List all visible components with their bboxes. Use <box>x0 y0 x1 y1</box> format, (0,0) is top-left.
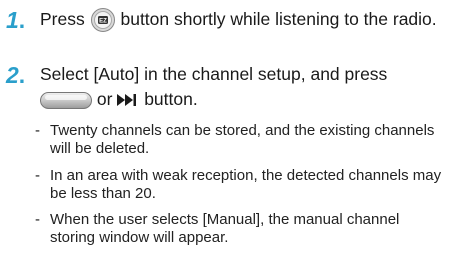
note-item: - When the user selects [Manual], the ma… <box>0 211 451 247</box>
note-item: - Twenty channels can be stored, and the… <box>0 122 451 158</box>
step-number: 2. <box>6 62 26 88</box>
note-dash: - <box>35 211 40 228</box>
svg-text:EZ: EZ <box>99 19 107 25</box>
wide-bar-button-icon <box>40 88 92 113</box>
ez-button-icon: EZ <box>90 7 116 34</box>
step-1: 1. Press EZ button shortly while listeni… <box>0 7 451 61</box>
note-dash: - <box>35 167 40 184</box>
note-item: - In an area with weak reception, the de… <box>0 167 451 203</box>
note-text: In an area with weak reception, the dete… <box>50 167 442 202</box>
note-text: When the user selects [Manual], the manu… <box>50 211 400 246</box>
skip-forward-icon <box>117 88 139 113</box>
step-text: Press EZ button shortly while listening … <box>40 7 448 34</box>
step-number: 1. <box>6 7 26 33</box>
step-text: Select [Auto] in the channel setup, and … <box>40 62 448 113</box>
note-dash: - <box>35 122 40 139</box>
note-text: Twenty channels can be stored, and the e… <box>50 122 435 157</box>
step-2: 2. Select [Auto] in the channel setup, a… <box>0 62 451 118</box>
